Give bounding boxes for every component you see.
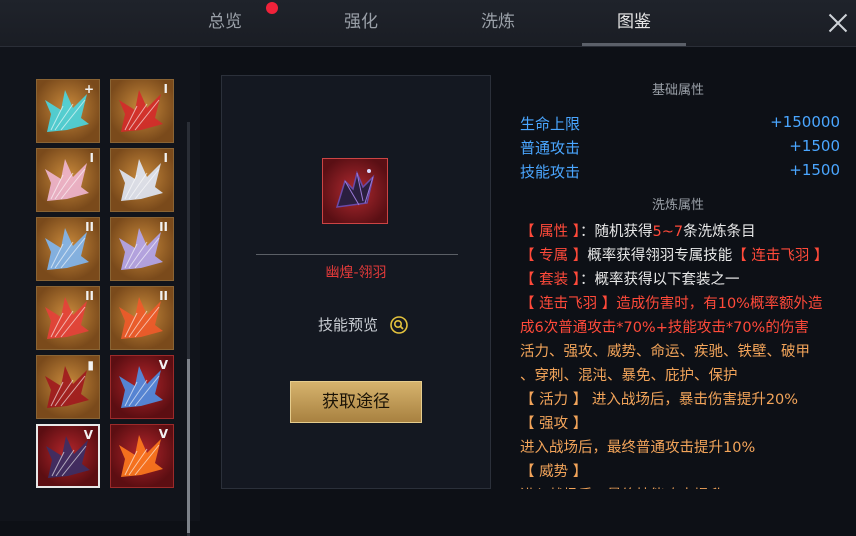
tier-label: II xyxy=(85,220,94,234)
refine-line: 成6次普通攻击*70%+技能攻击*70%的伤害 xyxy=(520,317,842,339)
refine-text-segment: 【 属性 】 xyxy=(520,224,580,240)
refine-text-segment: ：随机获得 xyxy=(579,224,653,240)
refine-text-segment: 进入战场后，最终普通攻击提升10% xyxy=(520,440,756,456)
refine-line: 【 威势 】 xyxy=(520,461,842,483)
item-slot-wing-blue[interactable]: II xyxy=(36,217,100,281)
item-grid: + I I I II II II II ▮ V V V xyxy=(36,79,186,535)
item-preview-panel: 幽煌-翎羽 技能预览 获取途径 xyxy=(221,75,491,489)
tab-bar: 总览 强化 洗炼 图鉴 xyxy=(0,0,856,47)
tier-label: I xyxy=(89,151,94,165)
refine-text-segment: 【 连击飞羽 】造成伤害时，有10%概率额外造 xyxy=(520,296,823,312)
item-slot-wing-inferno[interactable]: V xyxy=(110,424,174,488)
item-slot-wing-cyan[interactable]: + xyxy=(36,79,100,143)
tier-label: V xyxy=(83,428,93,442)
item-list-panel: + I I I II II II II ▮ V V V xyxy=(0,47,200,536)
refine-text-segment: 、穿刺、混沌、暴免、庇护、保护 xyxy=(520,368,738,384)
tier-label: V xyxy=(158,427,168,441)
refine-line: 进入战场后，最终普通攻击提升10% xyxy=(520,437,842,459)
refine-text-segment: ：概率获得以下套装之一 xyxy=(579,272,740,288)
refine-text-segment: 【 活力 】 xyxy=(520,392,588,408)
tab-codex-label: 图鉴 xyxy=(617,12,651,32)
refine-line: 进入战场后，最终技能攻击提升10% xyxy=(520,485,842,489)
refine-text-segment: 活力、强攻、威势、命运、疾驰、铁壁、破甲 xyxy=(520,344,810,360)
attributes-panel: 基础属性 生命上限 +150000 普通攻击 +1500 技能攻击 +1500 … xyxy=(506,75,850,489)
refine-text-segment: 【 套装 】 xyxy=(520,272,580,288)
refine-line: 【 专属 】概率获得翎羽专属技能【 连击飞羽 】 xyxy=(520,245,842,267)
notification-dot xyxy=(266,2,278,14)
refine-line: 【 强攻 】 xyxy=(520,413,842,435)
refine-text-segment: 进入战场后，最终技能攻击提升10% xyxy=(520,488,755,489)
item-slot-wing-white[interactable]: I xyxy=(110,148,174,212)
refine-line: 【 活力 】 进入战场后，暴击伤害提升20% xyxy=(520,389,842,411)
item-slot-wing-dark-violet[interactable]: V xyxy=(36,424,100,488)
stat-label: 技能攻击 xyxy=(520,163,581,181)
refine-line: 【 套装 】：概率获得以下套装之一 xyxy=(520,269,842,291)
tab-overview-label: 总览 xyxy=(208,12,242,32)
stat-label: 普通攻击 xyxy=(520,139,581,157)
wing-icon xyxy=(335,169,375,208)
refine-text-segment: 【 专属 】 xyxy=(520,248,588,264)
scrollbar-thumb[interactable] xyxy=(187,359,190,533)
tier-label: I xyxy=(163,82,168,96)
refine-attrs-title: 洗炼属性 xyxy=(651,198,704,213)
refine-text-segment: 条洗炼条目 xyxy=(683,224,756,240)
refine-line: 、穿刺、混沌、暴免、庇护、保护 xyxy=(520,365,842,387)
refine-text-segment: 进入战场后，暴击伤害提升20% xyxy=(587,392,799,408)
preview-divider xyxy=(256,254,458,255)
item-slot-wing-crimson[interactable]: II xyxy=(36,286,100,350)
tab-enhance-label: 强化 xyxy=(344,12,378,32)
refine-text-segment: 5~7 xyxy=(652,224,684,240)
base-attrs-title: 基础属性 xyxy=(651,83,704,98)
stat-row-hp: 生命上限 +150000 xyxy=(520,113,840,134)
item-slot-wing-lavender[interactable]: II xyxy=(110,217,174,281)
tier-label: V xyxy=(158,358,168,372)
item-slot-wing-red[interactable]: I xyxy=(110,79,174,143)
refine-line: 活力、强攻、威势、命运、疾驰、铁壁、破甲 xyxy=(520,341,842,363)
tab-codex[interactable]: 图鉴 xyxy=(582,0,686,46)
item-preview-icon xyxy=(322,158,388,224)
tier-label: + xyxy=(83,82,94,96)
item-slot-wing-flame[interactable]: II xyxy=(110,286,174,350)
item-slot-wing-dark-red[interactable]: ▮ xyxy=(36,355,100,419)
tab-refine[interactable]: 洗炼 xyxy=(443,0,553,46)
item-slot-wing-pink[interactable]: I xyxy=(36,148,100,212)
skill-preview-label: 技能预览 xyxy=(318,316,379,334)
tier-label: ▮ xyxy=(87,358,94,372)
stat-value: +150000 xyxy=(770,113,840,131)
stat-value: +1500 xyxy=(789,161,840,179)
item-name: 幽煌-翎羽 xyxy=(325,265,387,281)
obtain-path-button[interactable]: 获取途径 xyxy=(290,381,422,423)
refine-line: 【 属性 】：随机获得5~7条洗炼条目 xyxy=(520,221,842,243)
refine-text-segment: 成6次普通攻击*70%+技能攻击*70%的伤害 xyxy=(520,320,809,336)
tab-refine-label: 洗炼 xyxy=(481,12,515,32)
close-icon[interactable] xyxy=(826,11,850,35)
tab-overview[interactable]: 总览 xyxy=(170,0,280,46)
stat-row-skill-attack: 技能攻击 +1500 xyxy=(520,161,840,182)
refine-text-segment: 【 强攻 】 xyxy=(520,416,588,432)
refine-line: 【 连击飞羽 】造成伤害时，有10%概率额外造 xyxy=(520,293,842,315)
refine-text-segment: 【 连击飞羽 】 xyxy=(732,248,829,264)
refine-text-segment: 概率获得翎羽专属技能 xyxy=(587,248,733,264)
refine-text-segment: 【 威势 】 xyxy=(520,464,588,480)
magnifier-icon[interactable] xyxy=(390,316,408,334)
stat-label: 生命上限 xyxy=(520,115,581,133)
item-slot-wing-steel-blue[interactable]: V xyxy=(110,355,174,419)
tier-label: II xyxy=(159,220,168,234)
tier-label: II xyxy=(159,289,168,303)
stat-value: +1500 xyxy=(789,137,840,155)
stat-row-normal-attack: 普通攻击 +1500 xyxy=(520,137,840,158)
tier-label: I xyxy=(163,151,168,165)
tab-enhance[interactable]: 强化 xyxy=(306,0,416,46)
tier-label: II xyxy=(85,289,94,303)
